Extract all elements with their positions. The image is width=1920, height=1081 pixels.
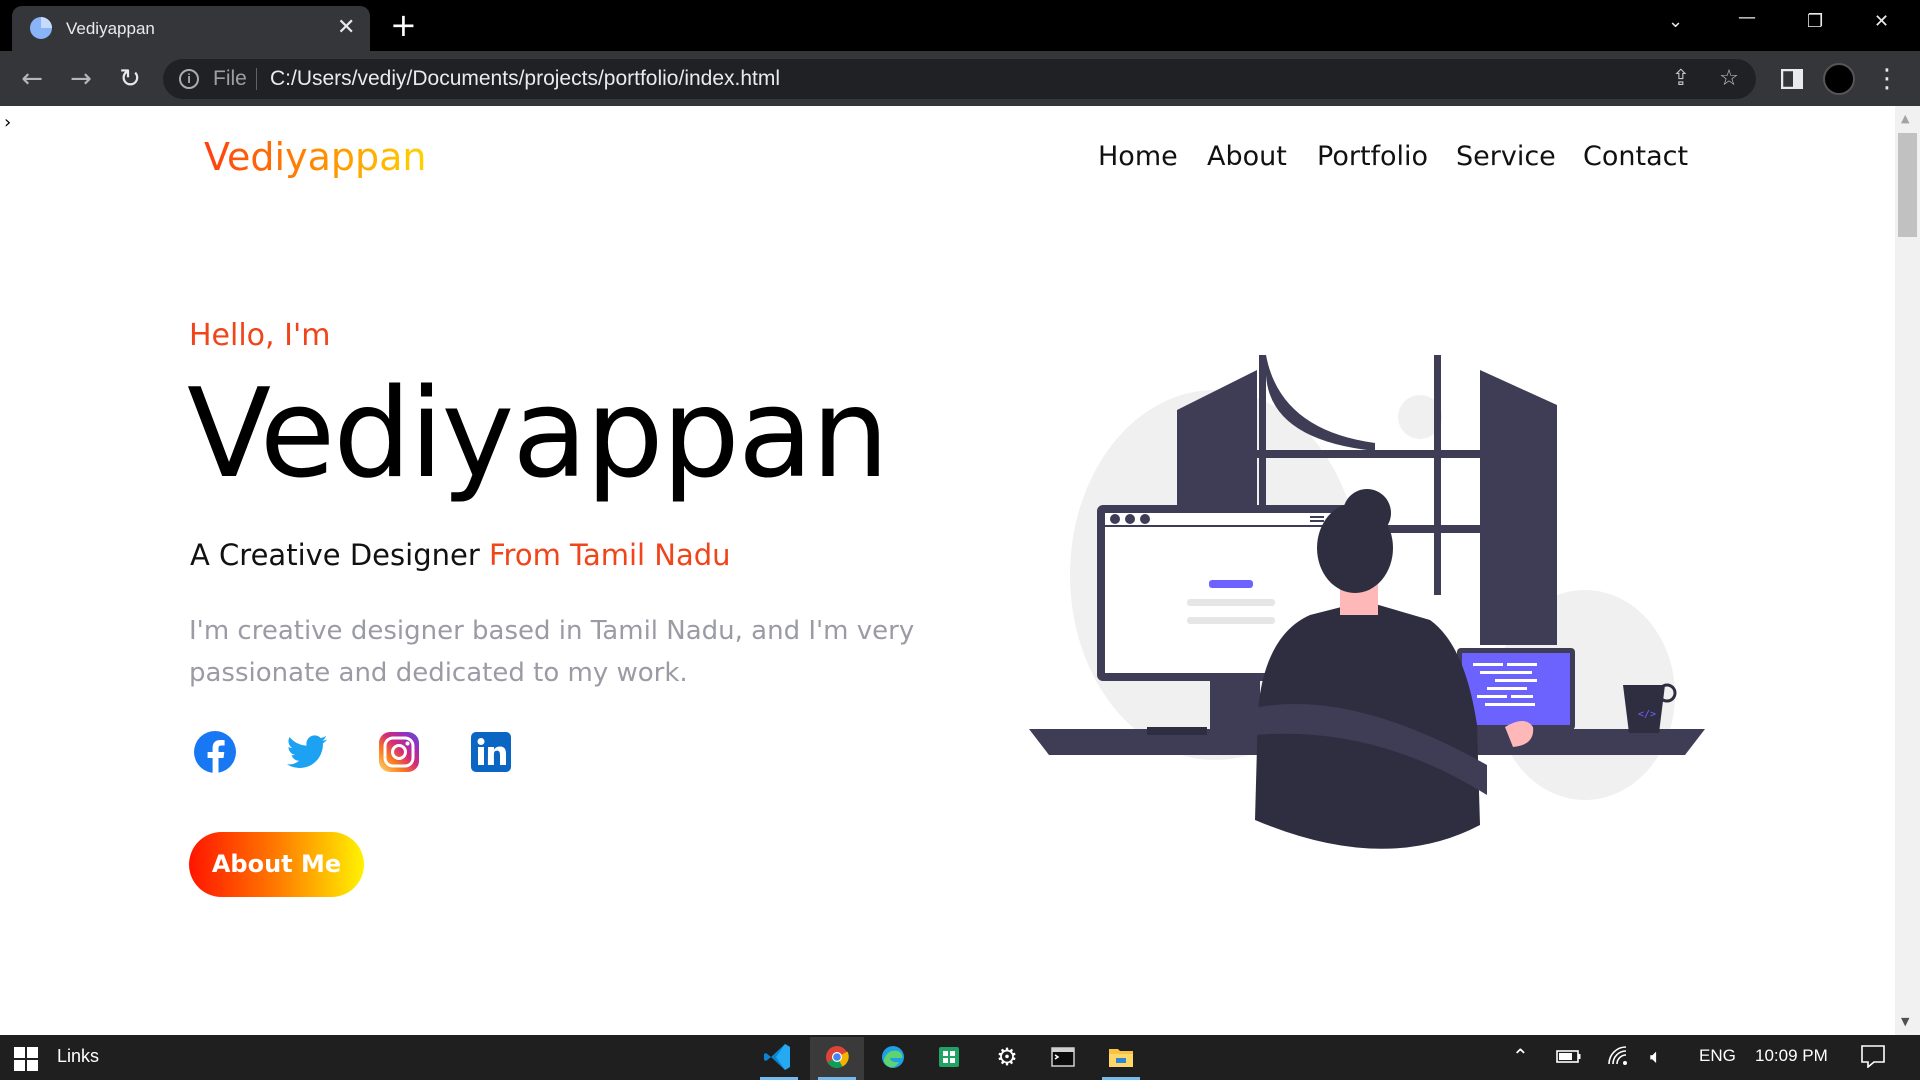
back-arrow-icon[interactable]: ← [15, 62, 49, 96]
nav-contact[interactable]: Contact [1583, 140, 1688, 174]
minimize-icon[interactable]: — [1738, 6, 1756, 30]
hero-name: Vediyappan [187, 363, 889, 506]
nav-service[interactable]: Service [1456, 140, 1556, 174]
twitter-icon[interactable] [285, 730, 329, 774]
battery-icon[interactable] [1556, 1044, 1582, 1073]
forward-arrow-icon[interactable]: → [64, 62, 98, 96]
nav-portfolio[interactable]: Portfolio [1317, 140, 1428, 174]
url-text[interactable]: C:/Users/vediy/Documents/projects/portfo… [270, 67, 780, 91]
url-scheme: File [213, 67, 247, 90]
settings-icon[interactable]: ⚙ [980, 1037, 1034, 1080]
input-language[interactable]: ENG [1699, 1046, 1736, 1066]
chrome-icon[interactable] [810, 1037, 864, 1080]
info-icon[interactable]: i [179, 69, 199, 89]
share-icon[interactable]: ⇪ [1668, 66, 1694, 92]
tab-search-icon[interactable]: ⌄ [1668, 10, 1683, 34]
taskbar-links-label[interactable]: Links [57, 1046, 99, 1067]
page-scrollbar[interactable] [1895, 106, 1920, 1035]
volume-icon[interactable]: 🔈︎ [1650, 1044, 1662, 1068]
sheets-icon[interactable] [922, 1037, 976, 1080]
facebook-icon[interactable] [193, 730, 237, 774]
instagram-icon[interactable] [377, 730, 421, 774]
hero-greeting: Hello, I'm [189, 318, 331, 353]
edge-icon[interactable] [866, 1037, 920, 1080]
more-menu-icon[interactable]: ⋮ [1870, 62, 1904, 96]
tagline-highlight: From Tamil Nadu [488, 538, 731, 572]
window-close-icon[interactable]: ✕ [1874, 10, 1889, 34]
scrollbar-thumb[interactable] [1898, 133, 1917, 237]
show-hidden-icons-chevron-icon[interactable]: ⌃ [1512, 1044, 1529, 1068]
address-bar[interactable]: i File C:/Users/vediy/Documents/projects… [163, 59, 1756, 99]
tab-favicon-icon [30, 17, 52, 39]
hero-bio: I'm creative designer based in Tamil Nad… [189, 616, 915, 688]
nav-about[interactable]: About [1207, 140, 1287, 174]
linkedin-icon[interactable] [469, 730, 513, 774]
scroll-down-arrow-icon[interactable]: ▼ [1901, 1015, 1909, 1028]
restore-icon[interactable]: ❐ [1807, 10, 1823, 34]
tagline-prefix: A Creative Designer [190, 538, 489, 572]
file-explorer-icon[interactable] [1094, 1037, 1148, 1080]
tab-title: Vediyappan [66, 19, 155, 38]
chevron-right-icon: › [4, 112, 12, 133]
windows-start-icon[interactable] [14, 1047, 38, 1071]
developer-illustration: </> [1029, 355, 1705, 849]
about-me-button[interactable]: About Me [189, 832, 364, 897]
terminal-icon[interactable] [1036, 1037, 1090, 1080]
reload-icon[interactable]: ↻ [113, 62, 147, 96]
svg-text:</>: </> [1638, 709, 1656, 720]
browser-tab[interactable]: Vediyappan ✕ [12, 6, 370, 51]
notifications-icon[interactable] [1860, 1044, 1886, 1073]
clock[interactable]: 10:09 PM [1755, 1046, 1828, 1066]
new-tab-button[interactable]: + [390, 9, 417, 41]
nav-home[interactable]: Home [1098, 140, 1178, 174]
hero-tagline: A Creative Designer From Tamil Nadu [190, 537, 731, 573]
profile-avatar[interactable] [1823, 63, 1855, 95]
tab-close-icon[interactable]: ✕ [337, 15, 355, 41]
url-separator [256, 68, 257, 90]
scroll-up-arrow-icon[interactable]: ▲ [1901, 112, 1909, 125]
wifi-icon[interactable] [1606, 1044, 1630, 1073]
site-logo[interactable]: Vediyappan [204, 135, 427, 179]
side-panel-icon[interactable] [1775, 62, 1809, 96]
bookmark-star-icon[interactable]: ☆ [1716, 66, 1742, 92]
vscode-icon[interactable] [752, 1037, 806, 1080]
